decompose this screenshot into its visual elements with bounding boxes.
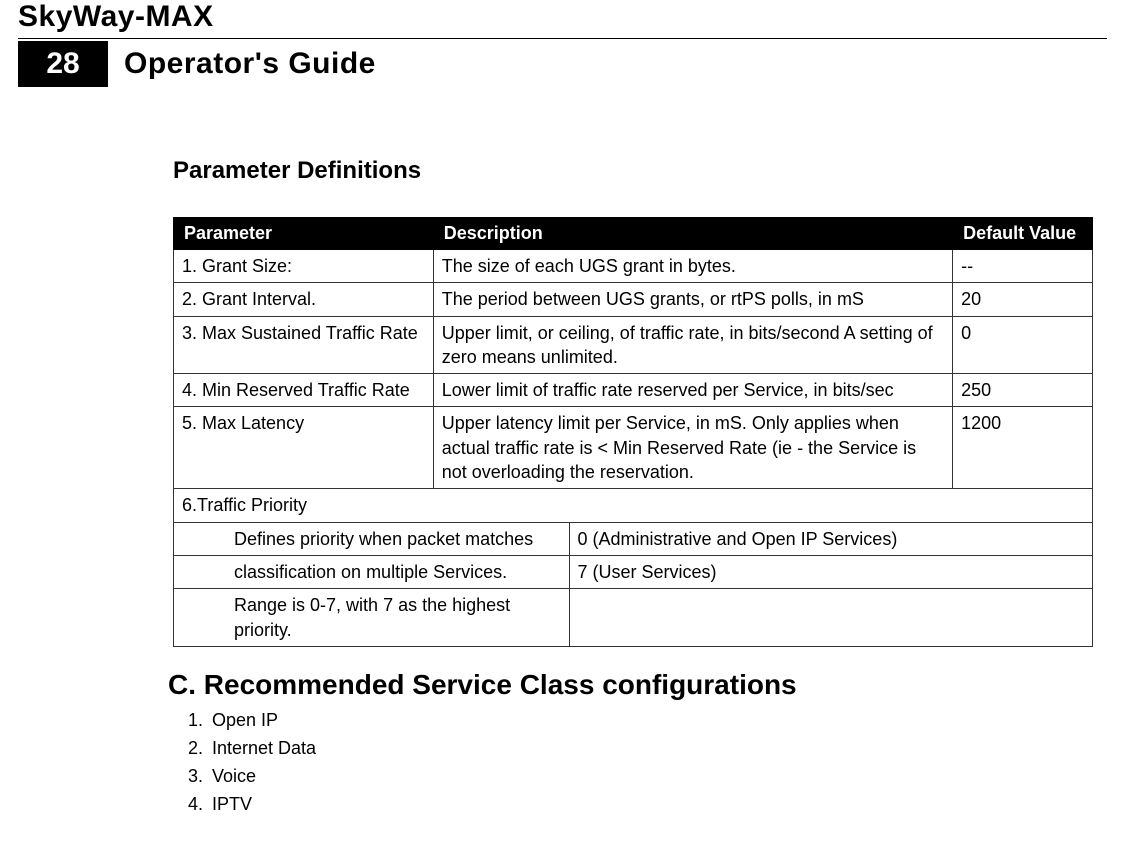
- cell-sub-left: Defines priority when packet matches: [174, 523, 569, 555]
- cell-sub-wrapper: Range is 0-7, with 7 as the highest prio…: [174, 589, 1093, 647]
- header-bar: 28 Operator's Guide: [18, 41, 1107, 87]
- table-row: 4. Min Reserved Traffic Rate Lower limit…: [174, 374, 1093, 407]
- cell-description: The period between UGS grants, or rtPS p…: [433, 283, 952, 316]
- parameter-table: Parameter Description Default Value 1. G…: [173, 217, 1093, 647]
- table-sub-row: classification on multiple Services.7 (U…: [174, 555, 1093, 588]
- table-sub-row: Defines priority when packet matches0 (A…: [174, 522, 1093, 555]
- cell-default: 1200: [953, 407, 1093, 489]
- cell-default: --: [953, 250, 1093, 283]
- list-item: Open IP: [208, 707, 1107, 735]
- cell-sub-right: 0 (Administrative and Open IP Services): [569, 523, 1092, 555]
- cell-default: 250: [953, 374, 1093, 407]
- title-divider: [18, 38, 1107, 39]
- column-header-default-value: Default Value: [953, 218, 1093, 250]
- section-heading-parameter-definitions: Parameter Definitions: [173, 157, 1107, 185]
- cell-traffic-priority-label: 6.Traffic Priority: [174, 489, 1093, 522]
- cell-sub-wrapper: Defines priority when packet matches0 (A…: [174, 522, 1093, 555]
- cell-sub-right: 7 (User Services): [569, 556, 1092, 588]
- cell-sub-right: [569, 589, 1092, 646]
- table-row: 3. Max Sustained Traffic Rate Upper limi…: [174, 316, 1093, 374]
- cell-sub-wrapper: classification on multiple Services.7 (U…: [174, 555, 1093, 588]
- list-item: Voice: [208, 763, 1107, 791]
- table-header-row: Parameter Description Default Value: [174, 218, 1093, 250]
- table-row-traffic-priority: 6.Traffic Priority: [174, 489, 1093, 522]
- content-area: Parameter Definitions Parameter Descript…: [18, 87, 1107, 818]
- table-row: 1. Grant Size: The size of each UGS gran…: [174, 250, 1093, 283]
- cell-parameter: 1. Grant Size:: [174, 250, 434, 283]
- cell-description: The size of each UGS grant in bytes.: [433, 250, 952, 283]
- cell-parameter: 2. Grant Interval.: [174, 283, 434, 316]
- cell-parameter: 4. Min Reserved Traffic Rate: [174, 374, 434, 407]
- cell-description: Upper limit, or ceiling, of traffic rate…: [433, 316, 952, 374]
- cell-sub-left: Range is 0-7, with 7 as the highest prio…: [174, 589, 569, 646]
- cell-default: 0: [953, 316, 1093, 374]
- column-header-description: Description: [433, 218, 952, 250]
- table-row: 2. Grant Interval. The period between UG…: [174, 283, 1093, 316]
- config-list: Open IP Internet Data Voice IPTV: [173, 707, 1107, 819]
- list-item: IPTV: [208, 791, 1107, 819]
- column-header-parameter: Parameter: [174, 218, 434, 250]
- table-sub-row: Range is 0-7, with 7 as the highest prio…: [174, 589, 1093, 647]
- list-item: Internet Data: [208, 735, 1107, 763]
- document-title: SkyWay-MAX: [18, 0, 1107, 34]
- cell-default: 20: [953, 283, 1093, 316]
- cell-sub-left: classification on multiple Services.: [174, 556, 569, 588]
- cell-parameter: 5. Max Latency: [174, 407, 434, 489]
- guide-title: Operator's Guide: [124, 47, 376, 81]
- section-heading-recommended-configs: C. Recommended Service Class configurati…: [168, 669, 1107, 701]
- cell-description: Upper latency limit per Service, in mS. …: [433, 407, 952, 489]
- page-number-badge: 28: [18, 41, 108, 87]
- cell-parameter: 3. Max Sustained Traffic Rate: [174, 316, 434, 374]
- table-row: 5. Max Latency Upper latency limit per S…: [174, 407, 1093, 489]
- cell-description: Lower limit of traffic rate reserved per…: [433, 374, 952, 407]
